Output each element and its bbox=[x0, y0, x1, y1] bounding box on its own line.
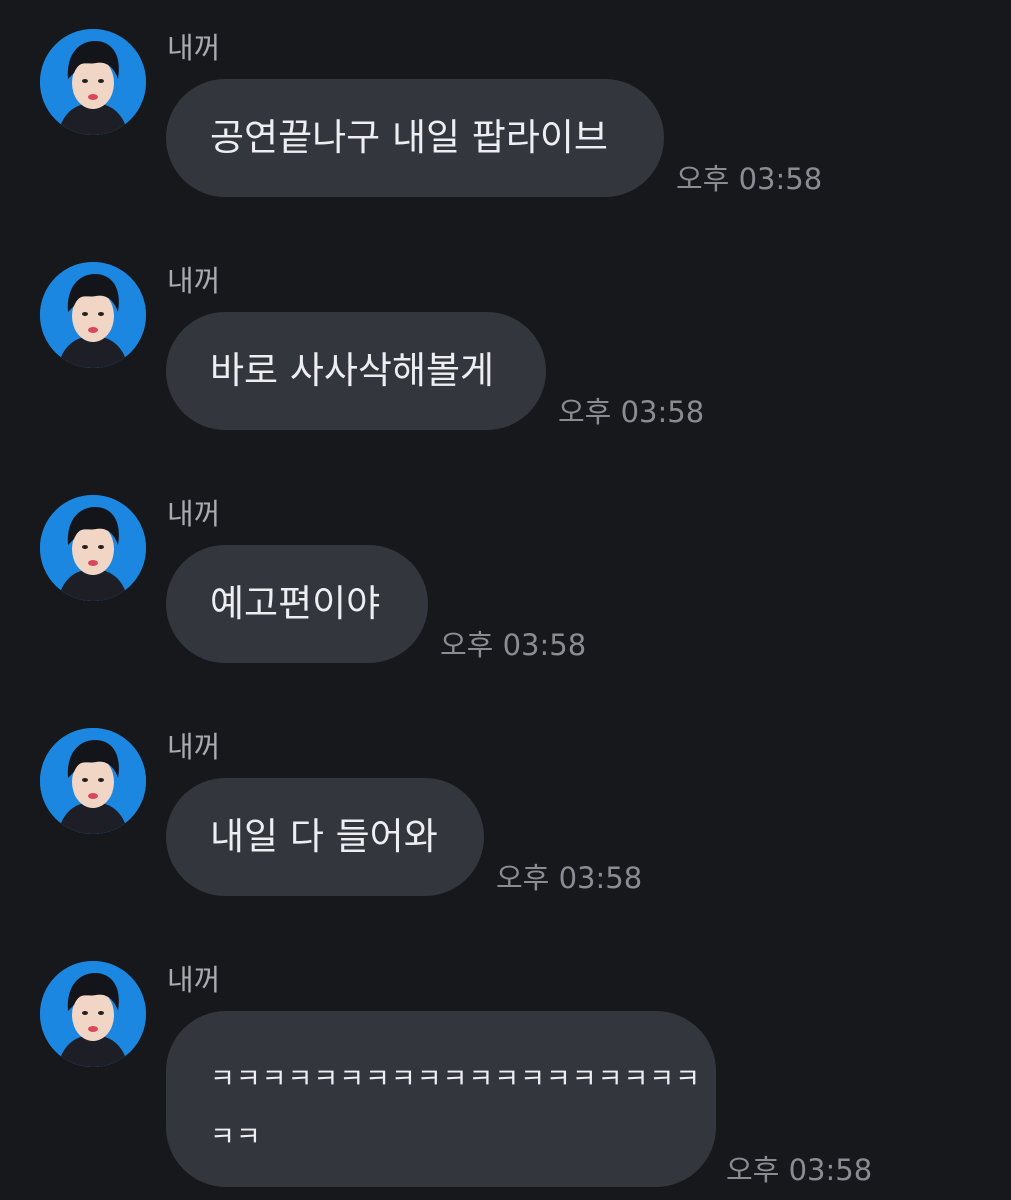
sender-name: 내꺼 bbox=[167, 31, 221, 65]
message-bubble[interactable]: 예고편이야 bbox=[166, 545, 428, 663]
message-bubble[interactable]: ㅋㅋㅋㅋㅋㅋㅋㅋㅋㅋㅋㅋㅋㅋㅋㅋㅋㅋㅋ ㅋㅋ bbox=[166, 1011, 716, 1187]
sender-name: 내꺼 bbox=[167, 497, 221, 531]
avatar[interactable] bbox=[40, 495, 146, 601]
message-bubble[interactable]: 공연끝나구 내일 팝라이브 bbox=[166, 79, 664, 197]
message-text-line: ㅋㅋ bbox=[210, 1122, 262, 1153]
message-text: 내일 다 들어와 bbox=[210, 815, 438, 858]
avatar[interactable] bbox=[40, 29, 146, 135]
sender-name: 내꺼 bbox=[167, 730, 221, 764]
message-time: 오후 03:58 bbox=[676, 162, 823, 196]
message-text: 예고편이야 bbox=[210, 582, 381, 625]
message-time: 오후 03:58 bbox=[440, 628, 587, 662]
chat-message-list: 내꺼 공연끝나구 내일 팝라이브 오후 03:58 내꺼 바로 사사삭해볼게 오… bbox=[0, 0, 1011, 1200]
message-time: 오후 03:58 bbox=[558, 395, 705, 429]
message-text: 공연끝나구 내일 팝라이브 bbox=[210, 116, 608, 159]
avatar[interactable] bbox=[40, 262, 146, 368]
sender-name: 내꺼 bbox=[167, 264, 221, 298]
message-text: 바로 사사삭해볼게 bbox=[210, 349, 495, 392]
message-text-line: ㅋㅋㅋㅋㅋㅋㅋㅋㅋㅋㅋㅋㅋㅋㅋㅋㅋㅋㅋ bbox=[210, 1064, 701, 1095]
message-time: 오후 03:58 bbox=[726, 1153, 873, 1187]
avatar[interactable] bbox=[40, 728, 146, 834]
message-bubble[interactable]: 내일 다 들어와 bbox=[166, 778, 484, 896]
avatar[interactable] bbox=[40, 961, 146, 1067]
message-time: 오후 03:58 bbox=[496, 861, 643, 895]
message-bubble[interactable]: 바로 사사삭해볼게 bbox=[166, 312, 546, 430]
sender-name: 내꺼 bbox=[167, 963, 221, 997]
